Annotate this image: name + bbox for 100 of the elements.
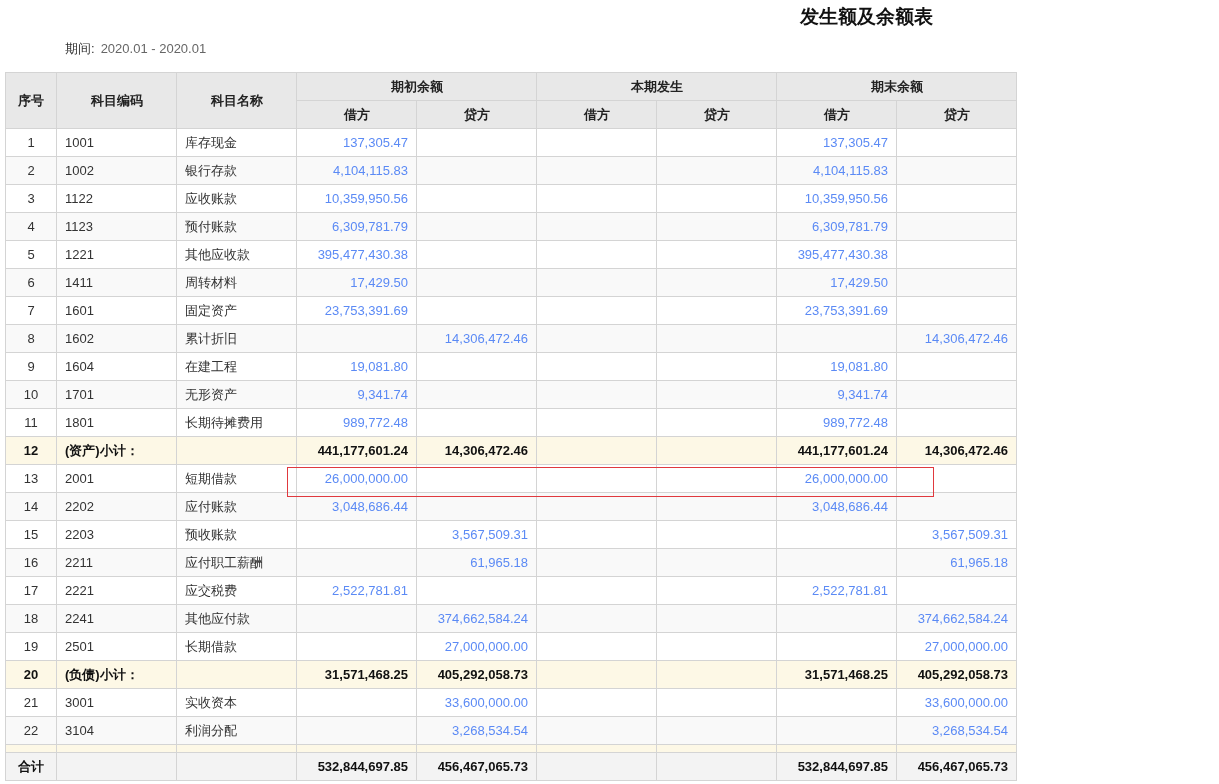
row-number-cell: 20: [5, 660, 57, 689]
period-value: 2020.01 - 2020.01: [100, 41, 207, 56]
account-code-cell: 1123: [56, 212, 177, 241]
account-code-cell: 2203: [56, 520, 177, 549]
account-code-cell: 2001: [56, 464, 177, 493]
account-code-cell: 1801: [56, 408, 177, 437]
account-name-cell: 无形资产: [176, 380, 297, 409]
amount-cell: 3,268,534.54: [896, 716, 1017, 745]
account-code-cell: 1701: [56, 380, 177, 409]
account-name-cell: 长期借款: [176, 632, 297, 661]
amount-cell: 405,292,058.73: [896, 660, 1017, 689]
row-number-cell: 22: [5, 716, 57, 745]
column-header: 贷方: [416, 100, 537, 129]
column-header: 借方: [296, 100, 417, 129]
row-number-cell: 19: [5, 632, 57, 661]
account-name-cell: 周转材料: [176, 268, 297, 297]
account-name-cell: 其他应收款: [176, 240, 297, 269]
column-header: 贷方: [896, 100, 1017, 129]
row-number-cell: 14: [5, 492, 57, 521]
amount-cell: 9,341.74: [776, 380, 897, 409]
amount-cell: 2,522,781.81: [776, 576, 897, 605]
row-number-cell: 4: [5, 212, 57, 241]
column-header: 贷方: [656, 100, 777, 129]
row-number-cell: 8: [5, 324, 57, 353]
amount-cell: 10,359,950.56: [296, 184, 417, 213]
amount-cell: 3,567,509.31: [896, 520, 1017, 549]
total-amount-cell: 532,844,697.85: [296, 752, 417, 781]
row-number-cell: 2: [5, 156, 57, 185]
row-number-cell: 15: [5, 520, 57, 549]
amount-cell: 61,965.18: [896, 548, 1017, 577]
account-code-cell: 2241: [56, 604, 177, 633]
account-code-cell: 1601: [56, 296, 177, 325]
amount-cell: 23,753,391.69: [296, 296, 417, 325]
amount-cell: 23,753,391.69: [776, 296, 897, 325]
account-name-cell: 库存现金: [176, 128, 297, 157]
row-number-cell: 1: [5, 128, 57, 157]
subtotal-label: (资产)小计：: [56, 436, 177, 465]
amount-cell: 14,306,472.46: [416, 324, 537, 353]
amount-cell: 137,305.47: [296, 128, 417, 157]
amount-cell: 395,477,430.38: [776, 240, 897, 269]
row-number-cell: 3: [5, 184, 57, 213]
column-header: 科目编码: [56, 72, 177, 129]
amount-cell: 10,359,950.56: [776, 184, 897, 213]
amount-cell: 31,571,468.25: [296, 660, 417, 689]
account-name-cell: 利润分配: [176, 716, 297, 745]
total-label: 合计: [5, 752, 57, 781]
account-code-cell: 3104: [56, 716, 177, 745]
account-code-cell: 2221: [56, 576, 177, 605]
amount-cell: 33,600,000.00: [416, 688, 537, 717]
row-number-cell: 13: [5, 464, 57, 493]
amount-cell: 17,429.50: [776, 268, 897, 297]
total-amount-cell: 456,467,065.73: [896, 752, 1017, 781]
account-name-cell: 累计折旧: [176, 324, 297, 353]
account-name-cell: 在建工程: [176, 352, 297, 381]
amount-cell: 3,268,534.54: [416, 716, 537, 745]
amount-cell: 4,104,115.83: [776, 156, 897, 185]
column-header: 借方: [776, 100, 897, 129]
row-number-cell: 12: [5, 436, 57, 465]
amount-cell: 395,477,430.38: [296, 240, 417, 269]
row-number-cell: 6: [5, 268, 57, 297]
account-name-cell: 短期借款: [176, 464, 297, 493]
row-number-cell: 9: [5, 352, 57, 381]
row-number-cell: 16: [5, 548, 57, 577]
amount-cell: 137,305.47: [776, 128, 897, 157]
amount-cell: 405,292,058.73: [416, 660, 537, 689]
account-code-cell: 2211: [56, 548, 177, 577]
amount-cell: 3,567,509.31: [416, 520, 537, 549]
amount-cell: 33,600,000.00: [896, 688, 1017, 717]
column-header: 序号: [5, 72, 57, 129]
row-number-cell: 7: [5, 296, 57, 325]
account-code-cell: 1411: [56, 268, 177, 297]
account-name-cell: 其他应付款: [176, 604, 297, 633]
amount-cell: 31,571,468.25: [776, 660, 897, 689]
amount-cell: 14,306,472.46: [896, 324, 1017, 353]
amount-cell: 9,341.74: [296, 380, 417, 409]
row-number-cell: 17: [5, 576, 57, 605]
account-code-cell: 2501: [56, 632, 177, 661]
column-group-header: 期末余额: [776, 72, 1017, 101]
column-header: 借方: [536, 100, 657, 129]
column-group-header: 本期发生: [536, 72, 777, 101]
account-code-cell: 1122: [56, 184, 177, 213]
account-code-cell: 1221: [56, 240, 177, 269]
account-code-cell: 2202: [56, 492, 177, 521]
row-number-cell: 18: [5, 604, 57, 633]
amount-cell: 4,104,115.83: [296, 156, 417, 185]
row-number-cell: 21: [5, 688, 57, 717]
account-code-cell: 1604: [56, 352, 177, 381]
report-title: 发生额及余额表: [800, 6, 933, 29]
account-code-cell: 1002: [56, 156, 177, 185]
account-name-cell: 应付账款: [176, 492, 297, 521]
amount-cell: 989,772.48: [296, 408, 417, 437]
account-name-cell: 应交税费: [176, 576, 297, 605]
amount-cell: 2,522,781.81: [296, 576, 417, 605]
account-name-cell: 应付职工薪酬: [176, 548, 297, 577]
row-number-cell: 10: [5, 380, 57, 409]
account-code-cell: 1001: [56, 128, 177, 157]
amount-cell: 19,081.80: [296, 352, 417, 381]
account-name-cell: 长期待摊费用: [176, 408, 297, 437]
account-name-cell: 预付账款: [176, 212, 297, 241]
account-name-cell: 银行存款: [176, 156, 297, 185]
